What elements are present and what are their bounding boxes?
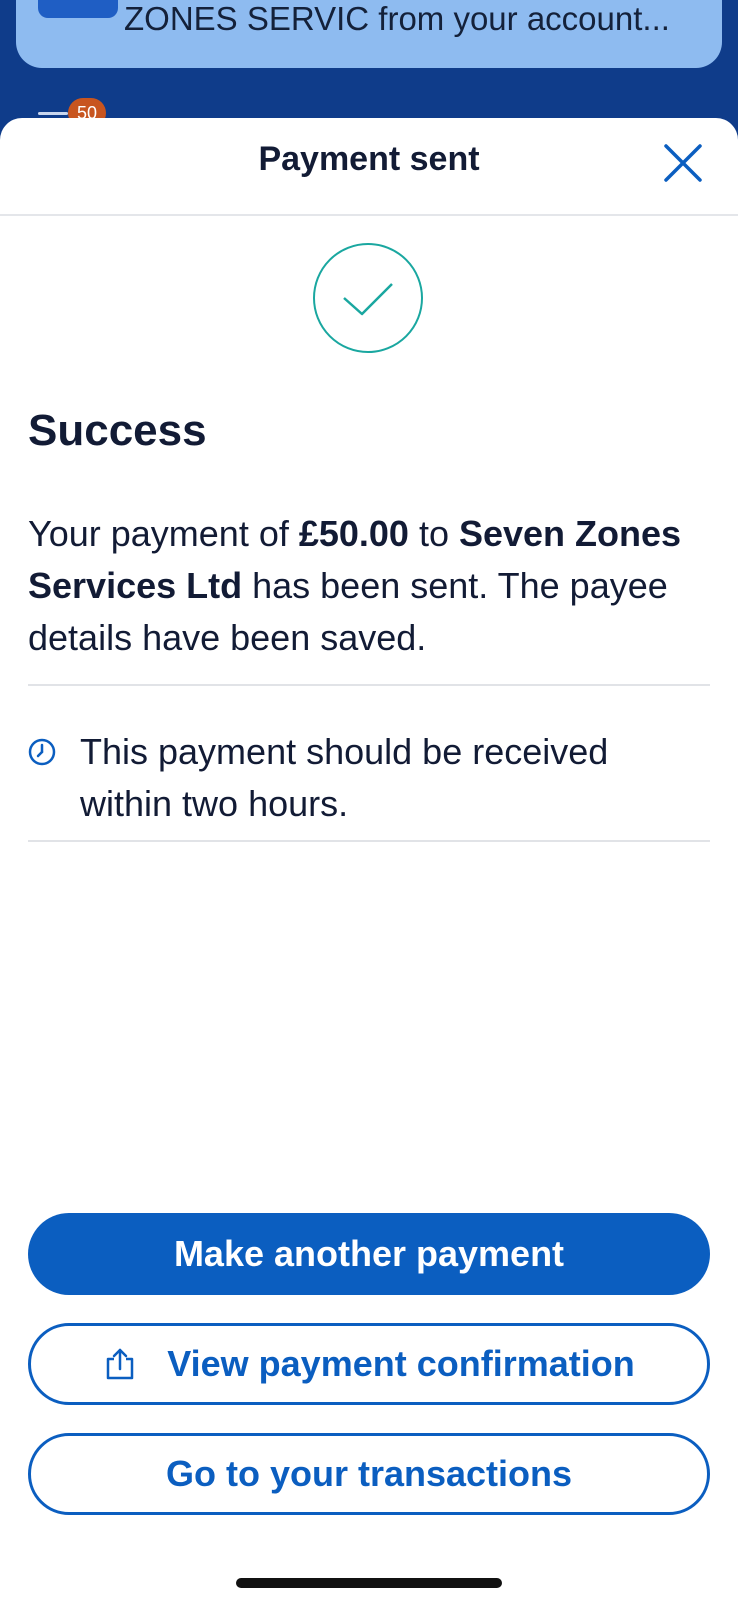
sheet-header: Payment sent [0, 118, 738, 216]
payment-sent-sheet: Payment sent Success Your payment of £50… [0, 118, 738, 1600]
make-another-payment-button[interactable]: Make another payment [28, 1213, 710, 1295]
home-indicator[interactable] [236, 1578, 502, 1588]
message-prefix: Your payment of [28, 513, 299, 554]
payment-timing-text: This payment should be received within t… [80, 731, 609, 824]
divider-bottom [28, 840, 710, 842]
bank-app-icon [38, 0, 118, 18]
clock-icon [28, 738, 56, 766]
view-payment-confirmation-button[interactable]: View payment confirmation [28, 1323, 710, 1405]
close-button[interactable] [662, 142, 704, 184]
payment-amount: £50.00 [298, 513, 409, 554]
close-icon [664, 144, 702, 182]
share-icon [107, 1348, 134, 1380]
notification-text: ZONES SERVIC from your account... [124, 0, 670, 37]
checkmark-circle-icon [313, 243, 423, 353]
view-payment-confirmation-label: View payment confirmation [167, 1343, 635, 1384]
make-another-payment-label: Make another payment [173, 1233, 565, 1274]
divider-top [28, 684, 710, 686]
go-to-transactions-button[interactable]: Go to your transactions [28, 1433, 710, 1515]
payment-message: Your payment of £50.00 to Seven Zones Se… [28, 508, 718, 664]
sheet-title: Payment sent [258, 140, 480, 178]
message-middle: to [408, 513, 459, 554]
success-heading: Success [28, 406, 207, 455]
notification-banner[interactable]: ZONES SERVIC from your account... [16, 0, 722, 68]
go-to-transactions-label: Go to your transactions [165, 1453, 573, 1494]
